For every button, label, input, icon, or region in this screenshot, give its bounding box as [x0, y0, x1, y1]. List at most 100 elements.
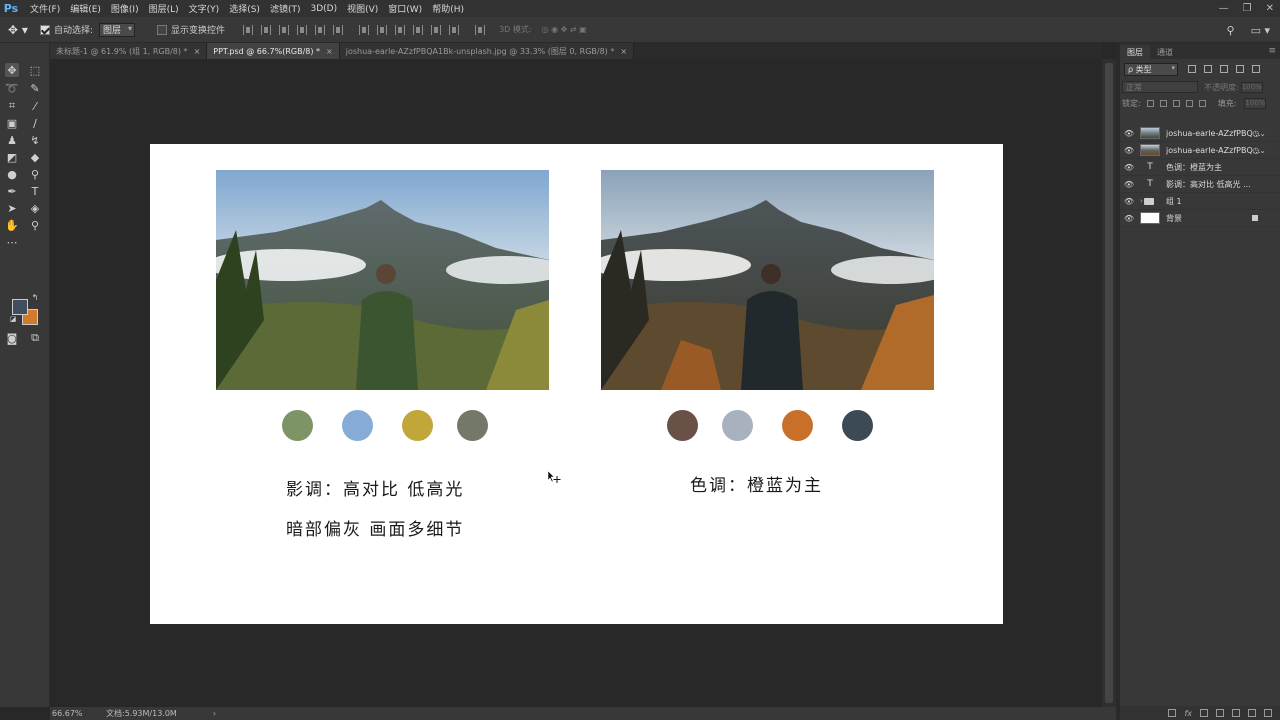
menu-window[interactable]: 窗口(W) — [388, 2, 422, 15]
distribute-hcenter-icon[interactable] — [431, 24, 442, 35]
align-bottom-icon[interactable] — [279, 24, 290, 35]
screen-mode-icon[interactable]: ⧉ — [28, 331, 42, 345]
search-icon[interactable]: ⚲ — [1227, 24, 1235, 37]
eye-icon[interactable]: 👁 — [1122, 163, 1136, 172]
fx-icon[interactable]: fx — [1184, 709, 1192, 718]
distribute-vcenter-icon[interactable] — [377, 24, 388, 35]
tab-joshua-earle[interactable]: joshua-earle-AZzfPBQA1Bk-unsplash.jpg @ … — [339, 43, 635, 59]
lock-transparent-icon[interactable] — [1146, 99, 1154, 107]
path-select-tool-icon[interactable]: ➤ — [5, 201, 19, 215]
menu-layer[interactable]: 图层(L) — [149, 2, 179, 15]
menu-file[interactable]: 文件(F) — [30, 2, 60, 15]
tab-ppt[interactable]: PPT.psd @ 66.7%(RGB/8) * × — [207, 43, 340, 59]
eye-icon[interactable]: 👁 — [1122, 180, 1136, 189]
menu-filter[interactable]: 滤镜(T) — [270, 2, 301, 15]
menu-edit[interactable]: 编辑(E) — [70, 2, 101, 15]
move-tool-icon[interactable]: ✥ — [5, 63, 19, 77]
canvas-area[interactable]: 影调：高对比 低高光 暗部偏灰 画面多细节 色调：橙蓝为主 — [50, 59, 1102, 707]
tab-untitled-1[interactable]: 未标题-1 @ 61.9% (组 1, RGB/8) * × — [50, 43, 208, 59]
link-layers-icon[interactable] — [1168, 709, 1177, 717]
auto-align-icon[interactable] — [475, 24, 486, 35]
panel-menu-icon[interactable]: ≡ — [1268, 46, 1276, 56]
adjustment-layer-icon[interactable] — [1216, 709, 1224, 717]
lock-pixels-icon[interactable] — [1159, 99, 1167, 107]
filter-shape-icon[interactable] — [1236, 65, 1244, 73]
menu-3d[interactable]: 3D(D) — [310, 4, 337, 14]
paint-bucket-tool-icon[interactable]: ◆ — [28, 150, 42, 164]
swap-colors-icon[interactable]: ↰ — [31, 293, 39, 302]
zoom-tool-icon[interactable]: ⚲ — [28, 218, 42, 232]
scrollbar-thumb[interactable] — [1105, 63, 1113, 703]
type-tool-icon[interactable]: T — [28, 184, 42, 198]
3d-mode-icons[interactable]: ◎ ◉ ✥ ⇄ ▣ — [542, 25, 587, 34]
dodge-tool-icon[interactable]: ⚲ — [28, 167, 42, 181]
stamp-tool-icon[interactable]: ♟ — [5, 133, 19, 147]
menu-type[interactable]: 文字(Y) — [189, 2, 220, 15]
move-tool-icon[interactable]: ✥ ▾ — [8, 23, 32, 37]
add-mask-icon[interactable] — [1200, 709, 1208, 717]
opacity-input[interactable]: 100% — [1240, 81, 1263, 93]
photo-original[interactable] — [216, 170, 549, 390]
lock-all-icon[interactable] — [1198, 99, 1206, 107]
distribute-top-icon[interactable] — [359, 24, 370, 35]
distribute-bottom-icon[interactable] — [395, 24, 406, 35]
layer-row[interactable]: 👁 joshua-earle-AZzfPBQ... ◷⌄ — [1120, 142, 1280, 159]
menu-image[interactable]: 图像(I) — [111, 2, 139, 15]
photo-graded[interactable] — [601, 170, 934, 390]
blur-tool-icon[interactable]: ● — [5, 167, 19, 181]
chevron-right-icon[interactable]: › — [1140, 197, 1143, 205]
brush-tool-icon[interactable]: ∕ — [28, 116, 42, 130]
align-top-icon[interactable] — [243, 24, 254, 35]
new-layer-icon[interactable] — [1248, 709, 1256, 717]
lock-position-icon[interactable] — [1172, 99, 1180, 107]
eye-icon[interactable]: 👁 — [1122, 197, 1136, 206]
layer-row[interactable]: 👁 T 影调：高对比 低高光 ... — [1120, 176, 1280, 193]
filter-type-icon[interactable] — [1220, 65, 1228, 73]
filter-adjust-icon[interactable] — [1204, 65, 1212, 73]
auto-select-checkbox[interactable] — [40, 24, 50, 35]
eye-icon[interactable]: 👁 — [1122, 146, 1136, 155]
filter-pixel-icon[interactable] — [1188, 65, 1196, 73]
align-vcenter-icon[interactable] — [261, 24, 272, 35]
distribute-right-icon[interactable] — [449, 24, 460, 35]
menu-select[interactable]: 选择(S) — [229, 2, 260, 15]
shape-tool-icon[interactable]: ◈ — [28, 201, 42, 215]
eye-icon[interactable]: 👁 — [1122, 214, 1136, 223]
close-icon[interactable]: × — [326, 47, 333, 56]
layer-filter-dropdown[interactable]: ρ 类型 — [1124, 62, 1178, 76]
align-hcenter-icon[interactable] — [315, 24, 326, 35]
quick-mask-icon[interactable]: ◙ — [5, 331, 19, 345]
close-icon[interactable]: × — [620, 47, 627, 56]
workspace-icon[interactable]: ▭ ▾ — [1251, 24, 1270, 37]
auto-select-dropdown[interactable]: 图层 — [99, 22, 136, 37]
eyedropper-tool-icon[interactable]: ⁄ — [28, 99, 42, 113]
distribute-left-icon[interactable] — [413, 24, 424, 35]
show-transform-checkbox[interactable] — [157, 24, 168, 35]
marquee-tool-icon[interactable]: ⬚ — [28, 63, 42, 77]
lasso-tool-icon[interactable]: ➰ — [5, 81, 19, 95]
close-icon[interactable]: × — [194, 47, 201, 56]
healing-tool-icon[interactable]: ▣ — [5, 116, 19, 130]
hand-tool-icon[interactable]: ✋ — [5, 218, 19, 232]
restore-icon[interactable]: ❐ — [1243, 3, 1252, 14]
close-icon[interactable]: ✕ — [1266, 3, 1274, 14]
status-menu-arrow-icon[interactable]: › — [213, 709, 216, 718]
new-group-icon[interactable] — [1232, 709, 1240, 717]
eraser-tool-icon[interactable]: ◩ — [5, 150, 19, 164]
tab-channels[interactable]: 通道 — [1150, 45, 1180, 59]
pen-tool-icon[interactable]: ✒ — [5, 184, 19, 198]
menu-help[interactable]: 帮助(H) — [432, 2, 464, 15]
layer-row[interactable]: 👁 T 色调：橙蓝为主 — [1120, 159, 1280, 176]
lock-artboard-icon[interactable] — [1185, 99, 1193, 107]
document-artboard[interactable]: 影调：高对比 低高光 暗部偏灰 画面多细节 色调：橙蓝为主 — [150, 144, 1003, 624]
history-brush-tool-icon[interactable]: ↯ — [28, 133, 42, 147]
crop-tool-icon[interactable]: ⌗ — [5, 99, 19, 113]
blend-mode-dropdown[interactable]: 正常 — [1122, 81, 1198, 93]
menu-view[interactable]: 视图(V) — [347, 2, 378, 15]
more-tools-icon[interactable]: ⋯ — [5, 235, 19, 249]
layer-row[interactable]: 👁 背景 — [1120, 210, 1280, 227]
foreground-color-swatch[interactable] — [12, 299, 28, 315]
layer-row[interactable]: 👁 joshua-earle-AZzfPBQ... ◷⌄ — [1120, 125, 1280, 142]
default-colors-icon[interactable]: ◪ — [9, 315, 17, 323]
tab-layers[interactable]: 图层 — [1120, 45, 1150, 59]
